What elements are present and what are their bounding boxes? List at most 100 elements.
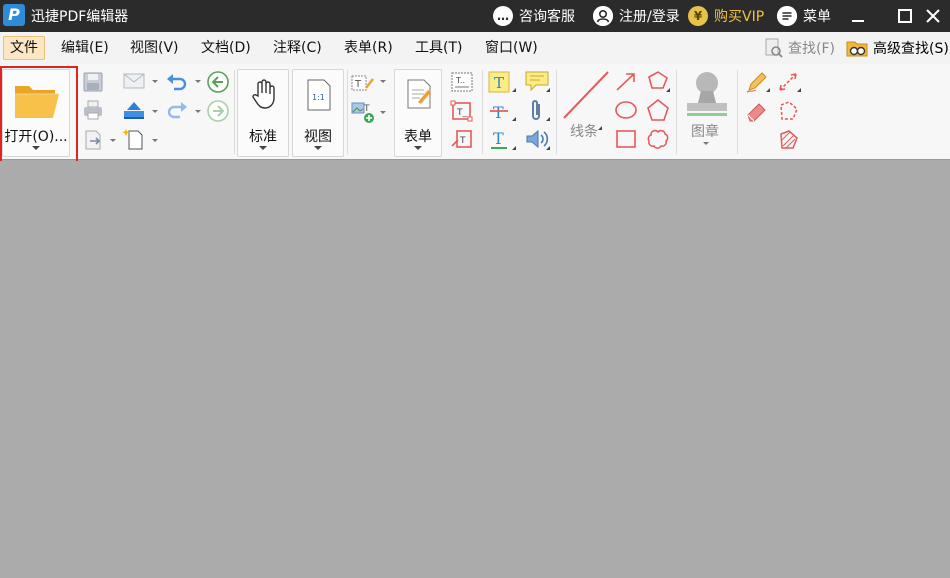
export-dropdown-arrow[interactable] [110, 139, 116, 142]
form-dropdown-arrow[interactable] [414, 146, 422, 150]
ribbon-separator [676, 70, 677, 154]
menu-bar: 文件 编辑(E) 视图(V) 文档(D) 注释(C) 表单(R) 工具(T) 窗… [0, 32, 950, 64]
stamp-icon[interactable] [683, 69, 731, 119]
svg-text:T: T [493, 103, 504, 122]
title-bar: P 迅捷PDF编辑器 … 咨询客服 注册/登录 ¥ 购买VIP 菜单 [0, 0, 950, 32]
note-menu-corner[interactable] [546, 88, 550, 92]
form-label: 表单 [404, 129, 432, 145]
menu-document[interactable]: 文档(D) [195, 36, 257, 60]
menu-comment[interactable]: 注释(C) [267, 36, 328, 60]
edit-text-dropdown-arrow[interactable] [380, 80, 386, 83]
document-workspace[interactable] [0, 161, 950, 578]
user-icon [593, 6, 613, 26]
svg-text:T: T [494, 74, 504, 92]
measure-menu-corner[interactable] [797, 88, 801, 92]
redo-icon[interactable] [165, 99, 189, 121]
edit-object-dropdown-arrow[interactable] [380, 111, 386, 114]
folder-search-icon [846, 41, 868, 57]
menu-file[interactable]: 文件 [3, 36, 45, 60]
minimize-button[interactable] [846, 4, 870, 28]
view-dropdown-arrow[interactable] [314, 146, 322, 150]
svg-text:T: T [354, 79, 362, 90]
pencil-menu-corner[interactable] [766, 88, 770, 92]
stamp-dropdown-arrow[interactable] [703, 142, 709, 145]
arrow-tool-icon[interactable] [614, 71, 638, 93]
actual-size-icon: 1:1 [307, 79, 331, 111]
scan-dropdown-arrow[interactable] [152, 110, 158, 113]
email-dropdown-arrow[interactable] [152, 80, 158, 83]
strikethrough-menu-corner[interactable] [512, 117, 516, 121]
login-label: 注册/登录 [619, 9, 680, 25]
underline-icon[interactable]: T [488, 128, 510, 152]
printer-icon[interactable] [82, 99, 104, 121]
line-menu-corner[interactable] [598, 126, 602, 130]
buy-vip-button[interactable]: ¥ 购买VIP [688, 5, 764, 27]
ribbon-separator [556, 70, 557, 154]
attachment-clip-icon[interactable] [527, 98, 547, 124]
close-icon [926, 9, 940, 23]
svg-text:T: T [459, 136, 466, 146]
ribbon-separator [347, 70, 348, 154]
back-arrow-icon[interactable] [206, 70, 230, 94]
edit-object-icon[interactable]: T [350, 100, 376, 124]
area-measure-icon[interactable] [776, 128, 800, 152]
typewriter-menu-corner[interactable] [512, 88, 516, 92]
undo-dropdown-arrow[interactable] [195, 80, 201, 83]
polyline-menu-corner[interactable] [666, 88, 670, 92]
view-button[interactable]: 1:1 视图 [292, 69, 344, 157]
line-label: 线条 [570, 124, 598, 140]
menu-tools[interactable]: 工具(T) [409, 36, 468, 60]
svg-text:T..: T.. [455, 76, 465, 85]
maximize-button[interactable] [893, 4, 917, 28]
form-button[interactable]: 表单 [394, 69, 442, 157]
undo-icon[interactable] [165, 71, 189, 93]
scan-icon[interactable] [122, 99, 146, 121]
callout-icon[interactable]: T [450, 128, 474, 150]
edit-text-icon[interactable]: T [350, 72, 376, 94]
menu-window[interactable]: 窗口(W) [479, 36, 544, 60]
find-button[interactable]: 查找(F) [763, 36, 835, 60]
ribbon-separator [482, 70, 483, 154]
save-icon[interactable] [82, 71, 104, 93]
eraser-icon[interactable] [745, 99, 769, 123]
new-document-icon[interactable] [122, 127, 146, 151]
forward-arrow-icon[interactable] [206, 99, 230, 123]
cloud-tool-icon[interactable] [645, 127, 671, 151]
attachment-menu-corner[interactable] [546, 117, 550, 121]
redo-dropdown-arrow[interactable] [195, 110, 201, 113]
strikethrough-icon[interactable]: T [488, 100, 510, 122]
advanced-find-button[interactable]: 高级查找(S) [846, 36, 949, 60]
line-tool-icon[interactable] [562, 70, 610, 120]
menu-form[interactable]: 表单(R) [338, 36, 399, 60]
app-title: 迅捷PDF编辑器 [31, 9, 129, 25]
text-box-icon[interactable]: T_ [450, 100, 474, 122]
form-edit-icon [407, 79, 431, 109]
typewriter-text-icon[interactable]: T [488, 71, 510, 93]
menu-view[interactable]: 视图(V) [124, 36, 185, 60]
perimeter-measure-icon[interactable] [776, 99, 800, 123]
close-button[interactable] [921, 4, 945, 28]
standard-label: 标准 [249, 129, 277, 145]
standard-mode-button[interactable]: 标准 [237, 69, 289, 157]
text-field-icon[interactable]: T.. [450, 71, 474, 93]
ellipse-tool-icon[interactable] [614, 99, 638, 121]
open-button-highlight [0, 66, 78, 168]
hamburger-icon [777, 6, 797, 26]
new-document-dropdown-arrow[interactable] [152, 139, 158, 142]
minimize-icon [852, 20, 864, 22]
main-menu-button[interactable]: 菜单 [777, 5, 831, 27]
chat-bubble-icon: … [493, 6, 513, 26]
standard-dropdown-arrow[interactable] [259, 146, 267, 150]
export-doc-icon[interactable] [82, 129, 104, 151]
app-logo-icon: P [3, 4, 25, 26]
email-icon[interactable] [122, 71, 146, 91]
menu-edit[interactable]: 编辑(E) [55, 36, 115, 60]
underline-menu-corner[interactable] [512, 146, 516, 150]
login-button[interactable]: 注册/登录 [593, 5, 680, 27]
ribbon-separator [737, 70, 738, 154]
maximize-icon [898, 9, 912, 23]
rectangle-tool-icon[interactable] [614, 128, 638, 150]
sound-menu-corner[interactable] [546, 146, 550, 150]
consult-button[interactable]: … 咨询客服 [493, 5, 575, 27]
polygon-tool-icon[interactable] [645, 98, 671, 122]
